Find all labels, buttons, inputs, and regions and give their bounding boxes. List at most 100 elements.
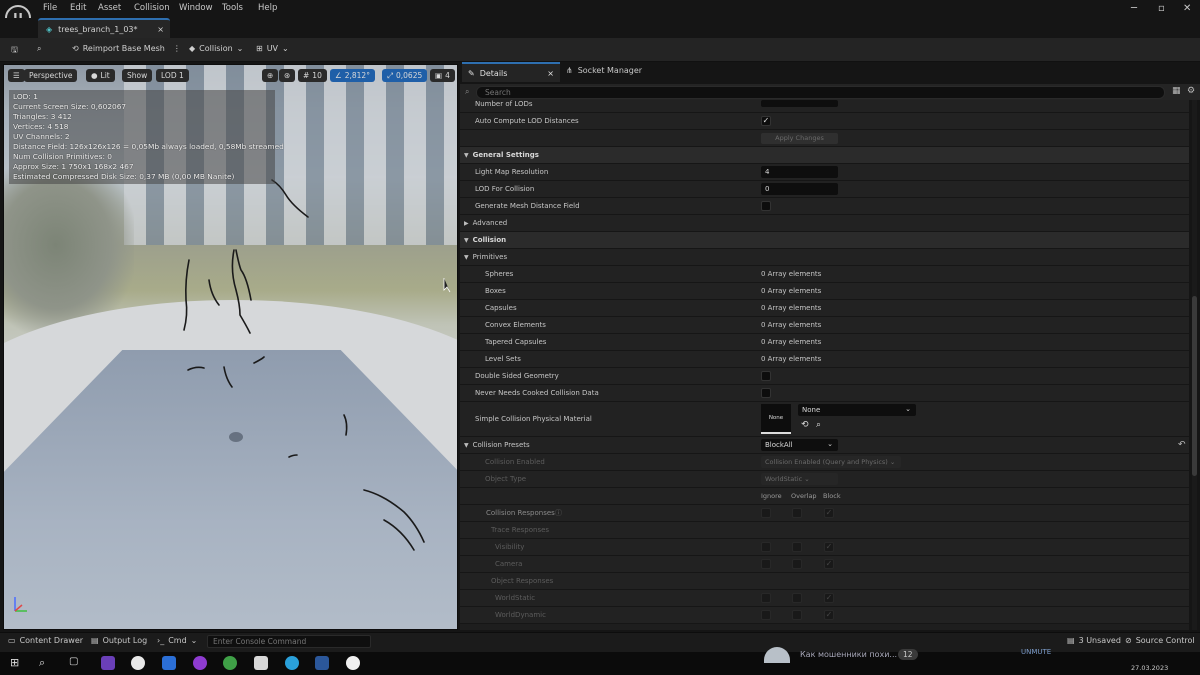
unmute-label[interactable]: UNMUTE [1021,648,1051,656]
tab-close-icon[interactable]: × [547,69,554,78]
output-log-button[interactable]: ▤ Output Log [91,636,147,645]
transform-button[interactable]: ⊕ [262,69,279,82]
apply-changes-button[interactable]: Apply Changes [761,133,838,144]
lit-button[interactable]: ● Lit [86,69,115,82]
overlap-checkbox[interactable] [792,593,802,603]
category-presets[interactable]: ▼ Collision Presets BlockAll ⌄ ↶ [460,437,1189,454]
app-icon[interactable] [162,656,176,670]
auto-lod-checkbox[interactable]: ✓ [761,116,771,126]
overlap-checkbox[interactable] [792,542,802,552]
coll-enabled-dropdown[interactable]: Collision Enabled (Query and Physics) ⌄ [761,456,901,468]
menu-file[interactable]: File [43,3,57,13]
block-checkbox[interactable]: ✓ [824,593,834,603]
notification-text[interactable]: Как мошенники похи... [800,650,897,659]
unsaved-button[interactable]: ▤ 3 Unsaved [1067,636,1121,645]
collision-dropdown[interactable]: ◆ Collision ⌄ [189,44,243,53]
cmd-button[interactable]: ›_ Cmd ⌄ [157,636,197,645]
grid-view-icon[interactable]: ▦ [1172,86,1181,96]
property-row: Convex Elements 0 Array elements [460,317,1189,334]
menu-asset[interactable]: Asset [98,3,121,13]
browse-icon[interactable]: ⌕ [37,44,41,54]
category-general[interactable]: ▼ General Settings [460,147,1189,164]
tab-close-icon[interactable]: × [157,25,164,34]
editor-window: U File Edit Asset Collision Window Tools… [0,0,1200,675]
overlap-checkbox[interactable] [792,559,802,569]
tab-socket-manager[interactable]: ⋔ Socket Manager [566,66,642,75]
ignore-checkbox[interactable] [761,593,771,603]
rotation-snap-button[interactable]: ∠ 2,812° [330,69,375,82]
word-icon[interactable] [315,656,329,670]
lightmap-field[interactable]: 4 [761,166,838,178]
windows-start-icon[interactable]: ⊞ [10,656,24,670]
source-control-button[interactable]: ⊘ Source Control [1125,636,1195,645]
help-icon[interactable]: ⓘ [555,508,562,518]
lod-button[interactable]: LOD 1 [156,69,189,82]
ignore-checkbox[interactable] [761,610,771,620]
double-sided-checkbox[interactable] [761,371,771,381]
reset-icon[interactable]: ↶ [1178,440,1186,450]
telegram-icon[interactable] [285,656,299,670]
more-icon[interactable]: ⋮ [173,44,181,53]
gear-icon[interactable]: ⚙ [1187,86,1195,96]
reimport-button[interactable]: ⟲ Reimport Base Mesh ⋮ [72,44,181,53]
lod-collision-label: LOD For Collision [475,185,535,193]
material-dropdown[interactable]: None ⌄ [798,404,916,416]
content-drawer-button[interactable]: ▭ Content Drawer [8,636,83,645]
minimize-icon[interactable]: ─ [1131,3,1137,14]
overlap-checkbox[interactable] [792,508,802,518]
material-thumbnail[interactable]: None [761,404,791,434]
unreal-taskbar-icon[interactable] [346,656,360,670]
never-cooked-checkbox[interactable] [761,388,771,398]
search-input[interactable] [476,86,1165,99]
viewport[interactable]: LOD: 1 Current Screen Size: 0,602067 Tri… [3,64,458,630]
close-window-icon[interactable]: ✕ [1183,3,1191,14]
tab-details[interactable]: ✎ Details × [462,62,560,82]
block-checkbox[interactable]: ✓ [824,542,834,552]
visual-studio-icon[interactable] [101,656,115,670]
console-input[interactable] [207,635,371,648]
save-icon[interactable]: 🖫 [11,44,18,58]
show-button[interactable]: Show [122,69,153,82]
app-icon[interactable] [193,656,207,670]
overlap-checkbox[interactable] [792,610,802,620]
category-advanced[interactable]: ▶ Advanced [460,215,1189,232]
menu-collision[interactable]: Collision [134,3,170,13]
task-view-icon[interactable]: ▢ [69,656,83,670]
menu-help[interactable]: Help [258,3,277,13]
scroll-thumb[interactable] [1192,296,1197,476]
grid-snap-button[interactable]: #10 [298,69,327,82]
search-icon[interactable]: ⌕ [39,656,53,670]
scale-snap-button[interactable]: ⤢ 0,0625 [382,69,428,82]
block-checkbox[interactable]: ✓ [824,559,834,569]
object-type-dropdown[interactable]: WorldStatic ⌄ [761,473,838,485]
code-icon[interactable] [254,656,268,670]
browse-asset-icon[interactable]: ⌕ [816,420,821,430]
use-selected-icon[interactable]: ⟲ [801,420,809,430]
block-checkbox[interactable]: ✓ [824,508,834,518]
ignore-checkbox[interactable] [761,559,771,569]
property-row: Simple Collision Physical Material None … [460,402,1189,437]
spheres-value: 0 Array elements [761,270,822,278]
menu-edit[interactable]: Edit [70,3,86,13]
gen-df-checkbox[interactable] [761,201,771,211]
num-lods-field[interactable] [761,100,838,107]
perspective-button[interactable]: Perspective [24,69,78,82]
lod-collision-field[interactable]: 0 [761,183,838,195]
viewport-menu-button[interactable]: ☰ [8,69,25,82]
category-primitives[interactable]: ▼ Primitives [460,249,1189,266]
camera-speed-button[interactable]: ▣ 4 [430,69,455,82]
ignore-checkbox[interactable] [761,508,771,518]
asset-tab[interactable]: ◈ trees_branch_1_03* × [38,18,170,38]
snap-button[interactable]: ⊛ [279,69,296,82]
menu-window[interactable]: Window [179,3,213,13]
stat-line: Vertices: 4 518 [13,122,69,131]
yandex-browser-icon[interactable] [131,656,145,670]
torrent-icon[interactable] [223,656,237,670]
uv-dropdown[interactable]: ⊞ UV ⌄ [256,44,289,53]
category-collision[interactable]: ▼ Collision [460,232,1189,249]
presets-dropdown[interactable]: BlockAll ⌄ [761,439,838,451]
block-checkbox[interactable]: ✓ [824,610,834,620]
maximize-icon[interactable]: ▫ [1158,3,1165,14]
menu-tools[interactable]: Tools [222,3,243,13]
ignore-checkbox[interactable] [761,542,771,552]
